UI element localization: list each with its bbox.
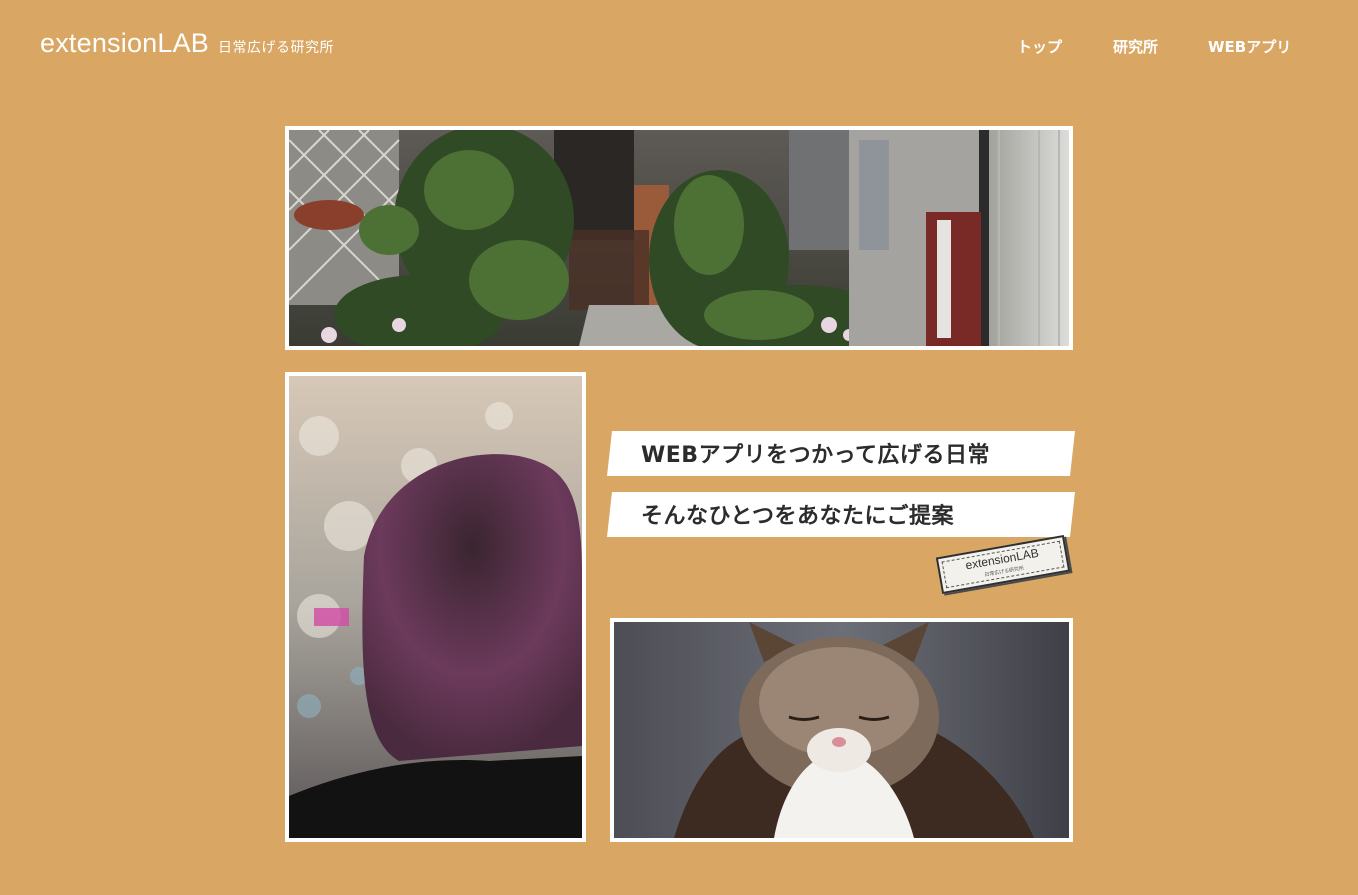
- nav-item-top[interactable]: トップ: [1017, 36, 1062, 57]
- alley-photo: [289, 130, 1069, 346]
- tagline-banner-1: WEBアプリをつかって広げる日常: [607, 431, 1075, 476]
- nav-item-lab[interactable]: 研究所: [1113, 36, 1158, 57]
- logo-stamp: extensionLAB 日常広げる研究所: [935, 534, 1071, 595]
- cat-image: [610, 618, 1073, 842]
- woman-photo: [289, 376, 582, 838]
- page: extensionLAB 日常広げる研究所 トップ 研究所 WEBアプリ WEB…: [0, 0, 1358, 895]
- tagline-banner-2: そんなひとつをあなたにご提案: [607, 492, 1075, 537]
- tagline-text-1: WEBアプリをつかって広げる日常: [641, 443, 990, 468]
- nav-item-webapp[interactable]: WEBアプリ: [1208, 36, 1291, 57]
- cat-photo: [614, 622, 1069, 838]
- tagline-text-2: そんなひとつをあなたにご提案: [641, 504, 955, 529]
- main-nav: トップ 研究所 WEBアプリ: [0, 36, 1358, 58]
- hero-image: [285, 126, 1073, 350]
- woman-image: [285, 372, 586, 842]
